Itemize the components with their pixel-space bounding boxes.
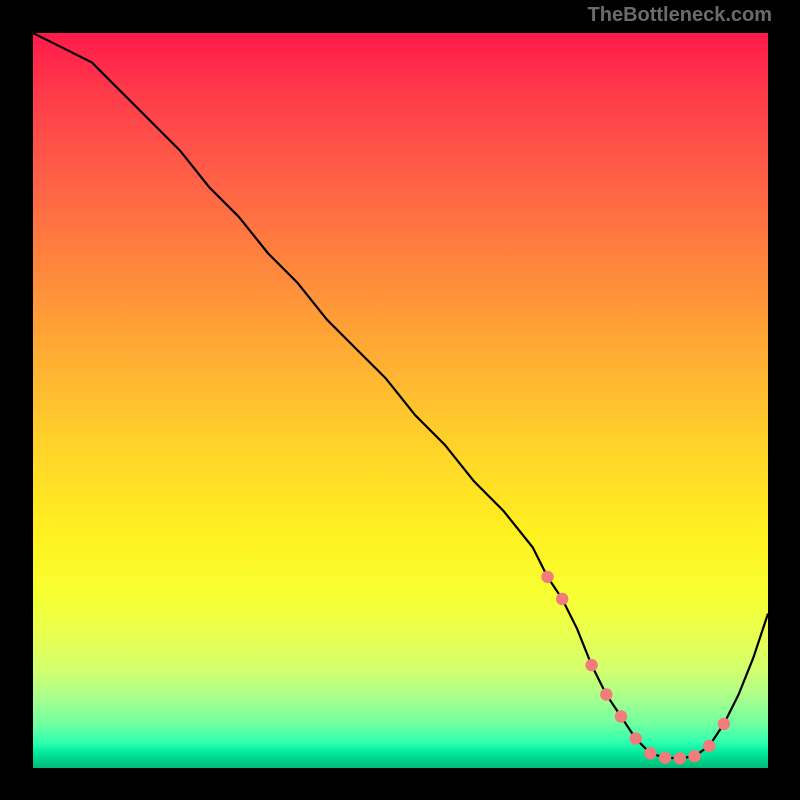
marker-point	[615, 710, 627, 722]
marker-point	[585, 659, 597, 671]
chart-container: TheBottleneck.com	[0, 0, 800, 800]
marker-point	[703, 740, 715, 752]
marker-point	[674, 752, 686, 764]
marker-point	[556, 593, 568, 605]
marker-point	[630, 732, 642, 744]
marker-point	[644, 747, 656, 759]
watermark-text: TheBottleneck.com	[588, 4, 772, 27]
marker-point	[718, 718, 730, 730]
marker-point	[541, 571, 553, 583]
marker-point	[600, 688, 612, 700]
marker-point	[688, 750, 700, 762]
bottleneck-curve	[33, 33, 768, 758]
marker-point	[659, 752, 671, 764]
plot-area	[33, 33, 768, 768]
curve-layer	[33, 33, 768, 768]
data-markers	[541, 571, 730, 765]
